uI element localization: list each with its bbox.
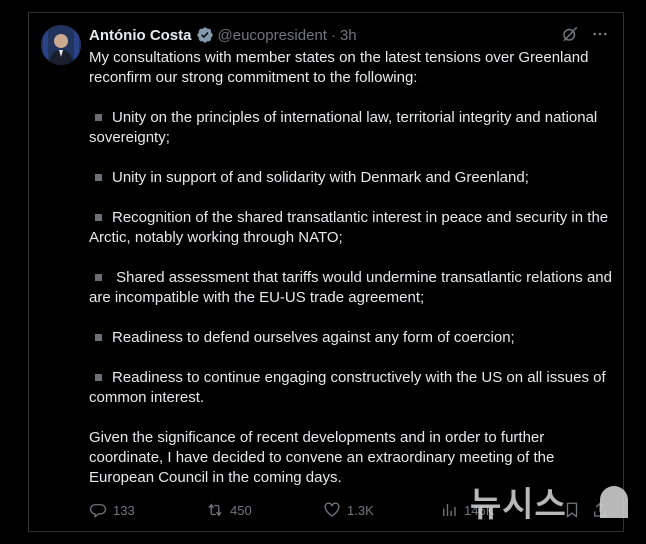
bullet-item: Recognition of the shared transatlantic …	[89, 209, 609, 246]
watermark-text: 뉴시스	[470, 485, 567, 524]
separator: ·	[330, 26, 336, 44]
reply-icon	[89, 501, 107, 519]
bullet-square-icon	[95, 113, 102, 121]
bullet-square-icon	[95, 333, 102, 341]
top-actions	[561, 25, 609, 43]
avatar[interactable]	[41, 25, 81, 65]
more-icon[interactable]	[591, 25, 609, 43]
paragraph-intro: My consultations with member states on t…	[89, 49, 589, 86]
bullet-square-icon	[95, 213, 102, 221]
bullet-square-icon	[95, 173, 102, 181]
post-text: My consultations with member states on t…	[89, 48, 613, 488]
repost-icon	[206, 501, 224, 519]
bullet-square-icon	[95, 373, 102, 381]
reply-button[interactable]: 133	[89, 501, 135, 519]
bullet-item: Unity on the principles of international…	[89, 109, 598, 146]
bullet-item: Readiness to defend ourselves against an…	[89, 328, 613, 348]
bullet-item: Readiness to continue engaging construct…	[89, 369, 606, 406]
verified-badge-icon[interactable]	[196, 26, 214, 44]
author-handle[interactable]: @eucopresident	[218, 27, 327, 44]
bullet-item: Unity in support of and solidarity with …	[89, 168, 613, 188]
like-count: 1.3K	[347, 502, 374, 518]
author-name[interactable]: António Costa	[89, 27, 192, 44]
repost-button[interactable]: 450	[206, 501, 252, 519]
paragraph-closing: Given the significance of recent develop…	[89, 429, 555, 486]
post-header: António Costa @eucopresident · 3h	[89, 25, 357, 45]
grok-icon[interactable]	[561, 25, 579, 43]
bullet-item: Shared assessment that tariffs would und…	[89, 269, 612, 306]
avatar-image	[41, 25, 81, 65]
watermark-logo: 뉴시스	[468, 480, 630, 525]
repost-count: 450	[230, 502, 252, 518]
post-card[interactable]: António Costa @eucopresident · 3h My con…	[28, 12, 624, 532]
like-button[interactable]: 1.3K	[323, 501, 374, 519]
bullet-square-icon	[95, 273, 102, 281]
like-icon	[323, 501, 341, 519]
views-icon	[440, 501, 458, 519]
reply-count: 133	[113, 502, 135, 518]
post-time[interactable]: 3h	[340, 27, 357, 44]
